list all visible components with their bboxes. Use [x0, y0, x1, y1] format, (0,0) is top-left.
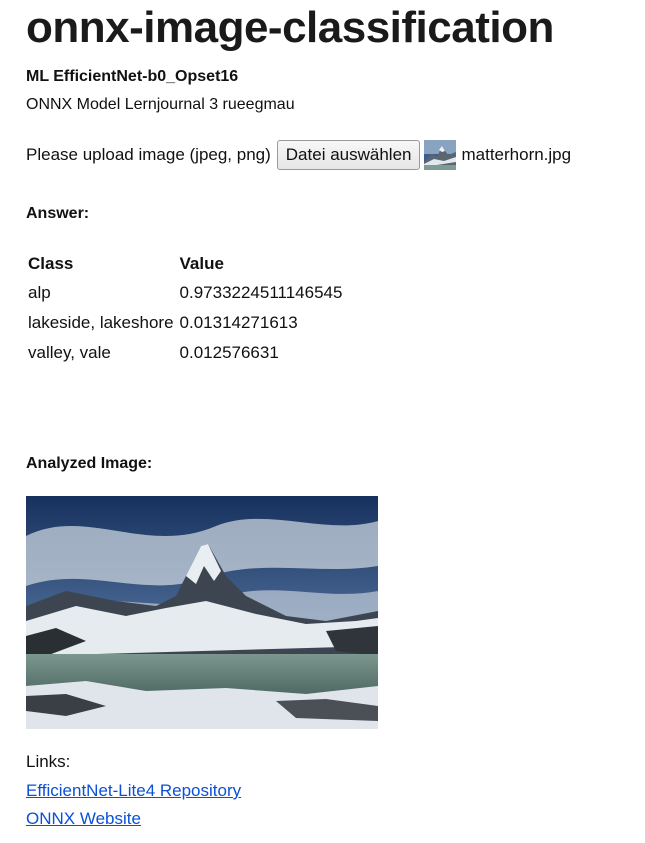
answer-heading: Answer: [26, 205, 90, 222]
table-header-row: Class Value [26, 250, 346, 278]
class-cell: alp [28, 283, 51, 302]
value-cell: 0.9733224511146545 [179, 283, 343, 302]
class-cell: valley, vale [28, 343, 111, 362]
upload-label: Please upload image (jpeg, png) [26, 145, 271, 164]
table-row: lakeside, lakeshore 0.01314271613 [26, 308, 346, 338]
efficientnet-repository-link[interactable]: EfficientNet-Lite4 Repository [26, 781, 241, 801]
results-table: Class Value alp 0.9733224511146545 lakes… [26, 250, 346, 368]
column-header-class: Class [28, 254, 74, 273]
table-row: alp 0.9733224511146545 [26, 278, 346, 308]
column-header-value: Value [179, 254, 224, 273]
choose-file-button[interactable]: Datei auswählen [276, 140, 421, 170]
analyzed-image-heading: Analyzed Image: [26, 455, 153, 472]
onnx-website-link[interactable]: ONNX Website [26, 809, 141, 829]
file-thumbnail [424, 140, 457, 170]
table-row: valley, vale 0.012576631 [26, 338, 346, 368]
selected-file-name: matterhorn.jpg [461, 145, 572, 164]
page-title: onnx-image-classification [26, 3, 554, 52]
model-name: ML EfficientNet-b0_Opset16 [26, 68, 239, 85]
page-subtitle: ONNX Model Lernjournal 3 rueegmau [26, 96, 295, 113]
value-cell: 0.01314271613 [179, 313, 298, 332]
analyzed-image [26, 496, 378, 729]
upload-row: Please upload image (jpeg, png) Datei au… [26, 138, 571, 172]
links-label: Links: [26, 752, 71, 771]
value-cell: 0.012576631 [179, 343, 279, 362]
class-cell: lakeside, lakeshore [28, 313, 174, 332]
